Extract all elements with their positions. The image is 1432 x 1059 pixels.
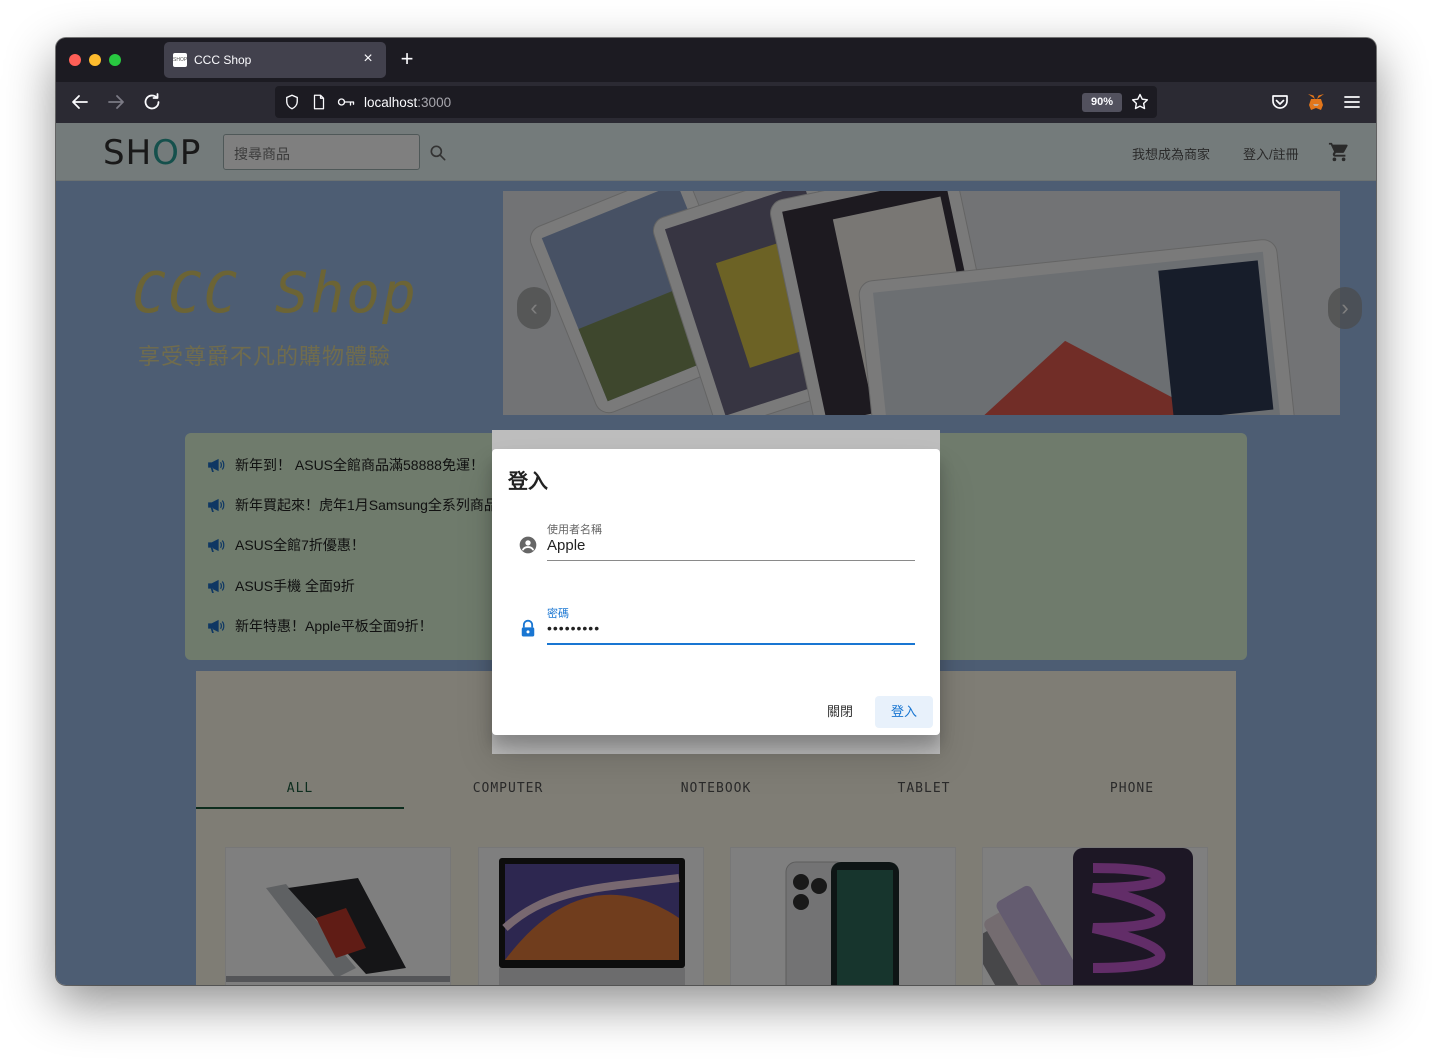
- lock-icon: [521, 619, 535, 637]
- minimize-window-button[interactable]: [89, 54, 101, 66]
- address-bar[interactable]: localhost:3000 90%: [275, 86, 1157, 118]
- login-dialog: 登入 使用者名稱 Apple 密碼 ••••••••• 關閉 登入: [492, 449, 940, 735]
- new-tab-button[interactable]: +: [396, 48, 418, 70]
- bookmark-star-icon[interactable]: [1130, 92, 1150, 112]
- tab-strip: SHOP CCC Shop × +: [56, 38, 1376, 82]
- metamask-fox-icon[interactable]: [1304, 90, 1328, 114]
- shield-icon[interactable]: [283, 93, 301, 111]
- page-content: SHOP 搜尋商品 我想成為商家 登入/註冊 CCC Shop 享受尊爵不凡的購…: [56, 123, 1376, 985]
- tab-title: CCC Shop: [194, 53, 252, 67]
- maximize-window-button[interactable]: [109, 54, 121, 66]
- key-icon[interactable]: [336, 93, 356, 111]
- dialog-title: 登入: [508, 471, 548, 493]
- username-input[interactable]: Apple: [547, 537, 585, 554]
- url-text[interactable]: localhost:3000: [364, 95, 451, 110]
- navigation-bar: localhost:3000 90%: [56, 82, 1376, 123]
- close-button[interactable]: 關閉: [818, 696, 862, 728]
- url-port: :3000: [417, 95, 452, 110]
- menu-icon[interactable]: [1340, 90, 1364, 114]
- login-button[interactable]: 登入: [875, 696, 933, 728]
- zoom-level-badge[interactable]: 90%: [1082, 93, 1122, 112]
- pocket-icon[interactable]: [1268, 90, 1292, 114]
- username-underline: [547, 560, 915, 561]
- tab-close-icon[interactable]: ×: [358, 49, 378, 69]
- browser-window: SHOP CCC Shop × + localhost:3000 90% SHO…: [56, 38, 1376, 985]
- reload-icon[interactable]: [140, 90, 164, 114]
- account-circle-icon: [519, 536, 537, 554]
- close-window-button[interactable]: [69, 54, 81, 66]
- back-icon[interactable]: [68, 90, 92, 114]
- page-icon[interactable]: [310, 93, 328, 111]
- favicon-icon: SHOP: [173, 53, 187, 67]
- browser-tab[interactable]: SHOP CCC Shop ×: [164, 42, 386, 78]
- forward-icon[interactable]: [104, 90, 128, 114]
- username-label: 使用者名稱: [547, 524, 602, 536]
- password-label: 密碼: [547, 608, 569, 620]
- password-input[interactable]: •••••••••: [547, 620, 600, 636]
- url-host: localhost: [364, 95, 418, 110]
- password-underline: [547, 643, 915, 645]
